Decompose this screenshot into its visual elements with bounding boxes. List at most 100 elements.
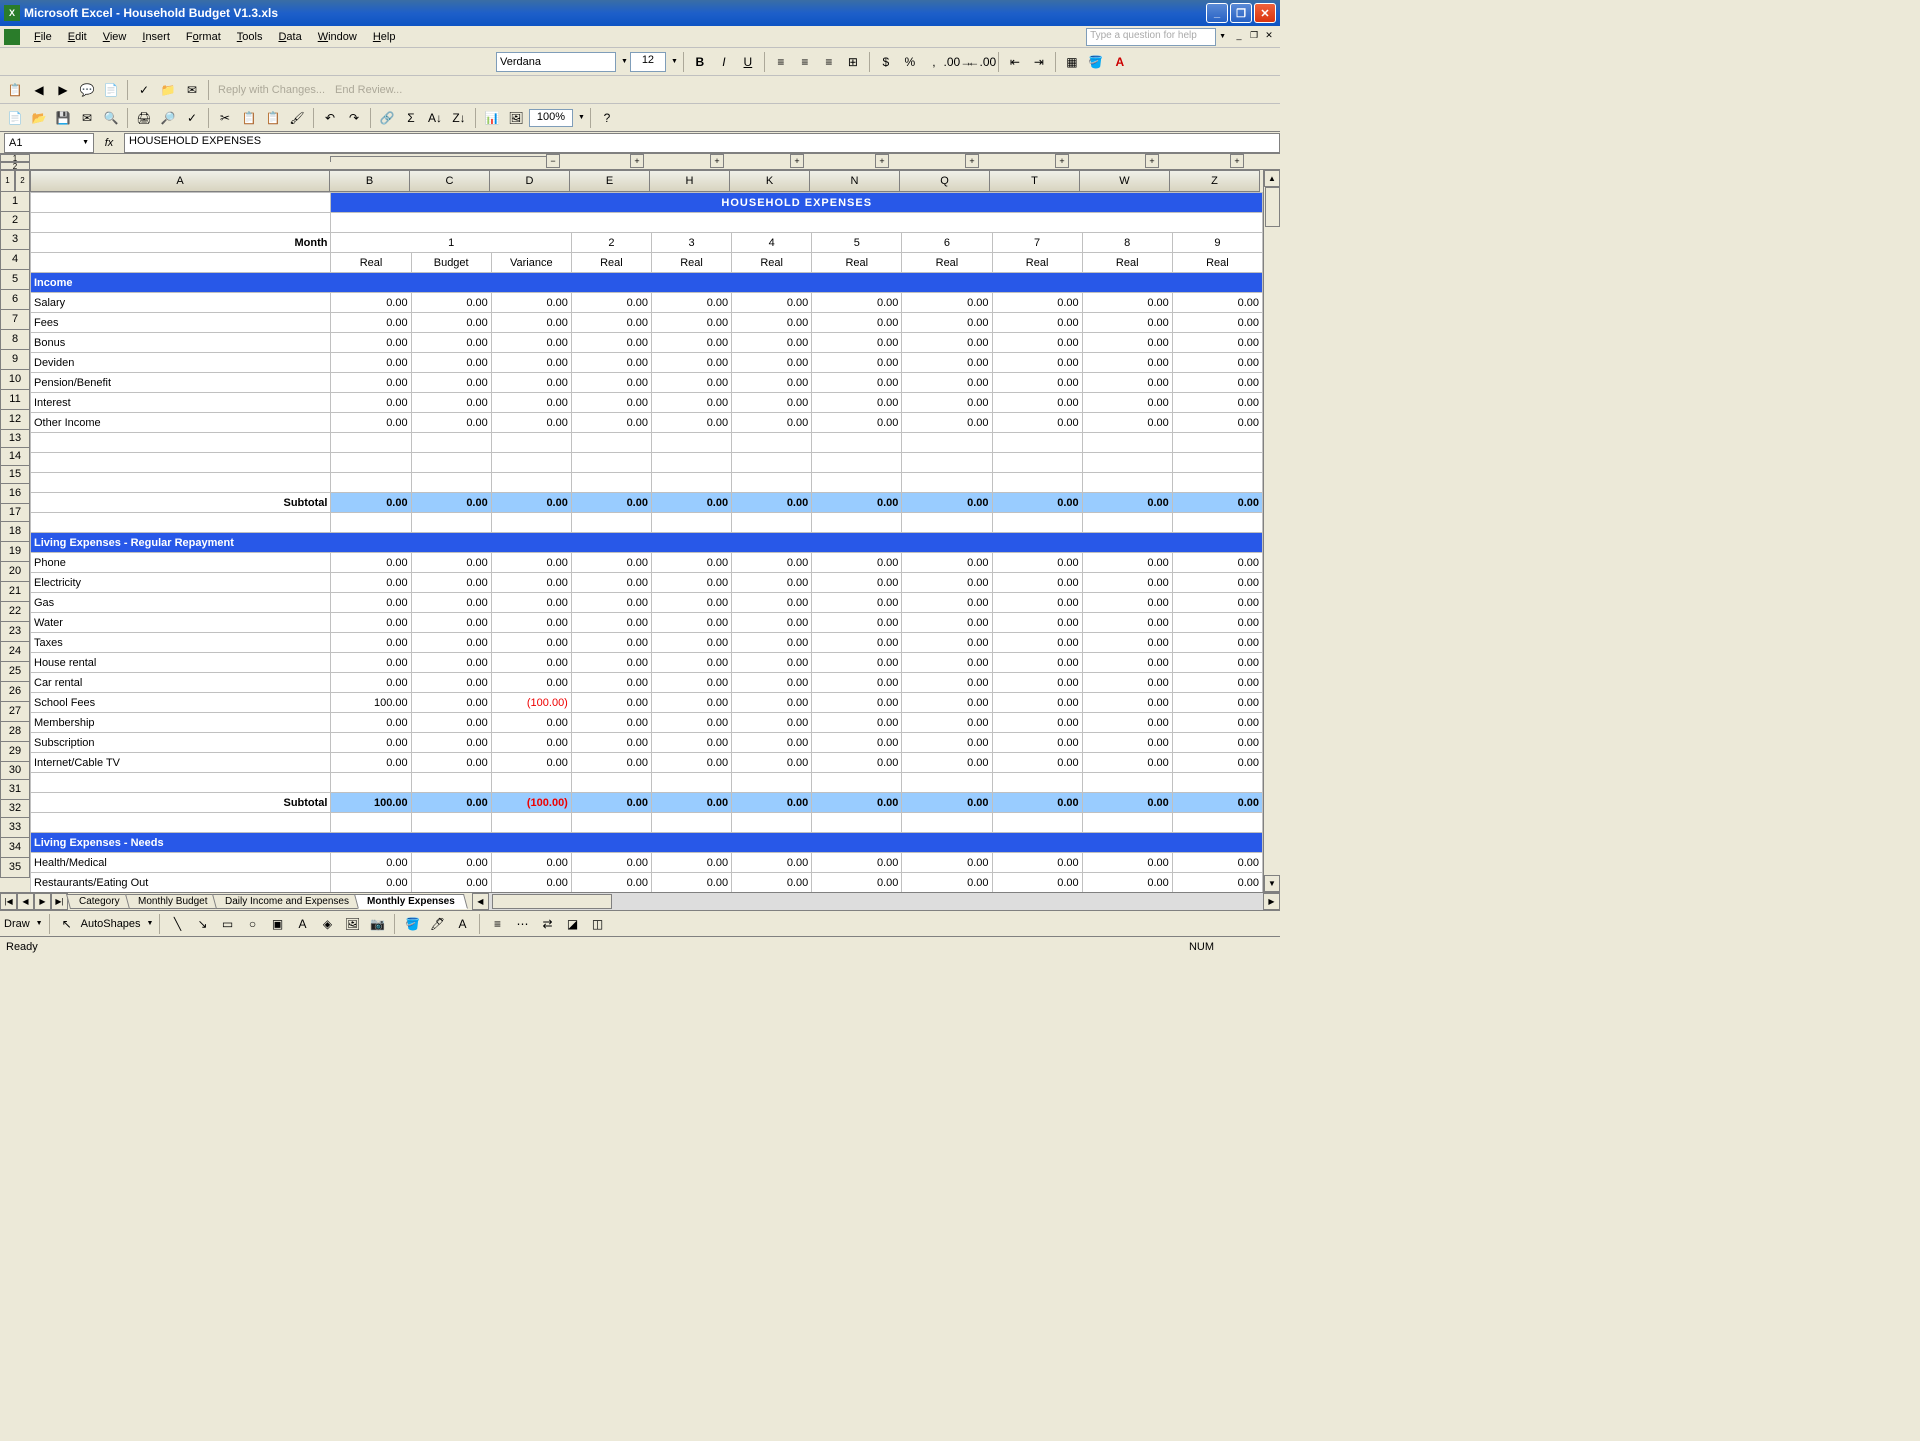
- cell[interactable]: 0.00: [411, 673, 491, 693]
- cell[interactable]: [1172, 813, 1262, 833]
- income-row-label[interactable]: Bonus: [31, 333, 331, 353]
- cell[interactable]: 0.00: [331, 853, 411, 873]
- cell[interactable]: [732, 813, 812, 833]
- cell[interactable]: 0.00: [812, 393, 902, 413]
- outline-plus-icon[interactable]: +: [790, 154, 804, 168]
- cell[interactable]: (100.00): [491, 793, 571, 813]
- menu-file[interactable]: File: [26, 29, 60, 45]
- font-size-dropdown-icon[interactable]: ▼: [671, 58, 678, 65]
- cell[interactable]: 0.00: [902, 633, 992, 653]
- close-button[interactable]: ✕: [1254, 3, 1276, 23]
- cell[interactable]: [31, 513, 331, 533]
- menu-tools[interactable]: Tools: [229, 29, 271, 45]
- cell[interactable]: [902, 513, 992, 533]
- column-header[interactable]: D: [490, 170, 570, 192]
- cell[interactable]: 0.00: [992, 853, 1082, 873]
- column-header[interactable]: K: [730, 170, 810, 192]
- cell[interactable]: [1082, 433, 1172, 453]
- cell[interactable]: 0.00: [732, 633, 812, 653]
- cell[interactable]: 0.00: [651, 413, 731, 433]
- cell[interactable]: [1172, 453, 1262, 473]
- cell[interactable]: 0.00: [1172, 313, 1262, 333]
- cell[interactable]: 0.00: [812, 553, 902, 573]
- row-header[interactable]: 35: [0, 858, 30, 878]
- cell[interactable]: 0.00: [732, 613, 812, 633]
- cell[interactable]: [31, 473, 331, 493]
- shadow-icon[interactable]: ◪: [561, 913, 583, 935]
- cell[interactable]: 0.00: [411, 393, 491, 413]
- increase-indent-button[interactable]: ⇥: [1028, 51, 1050, 73]
- cell[interactable]: 0.00: [992, 633, 1082, 653]
- cell[interactable]: 0.00: [411, 713, 491, 733]
- cell[interactable]: [491, 433, 571, 453]
- fx-icon[interactable]: fx: [94, 137, 124, 149]
- living-subtotal-label[interactable]: Subtotal: [31, 793, 331, 813]
- cell[interactable]: 0.00: [812, 613, 902, 633]
- cell[interactable]: 0.00: [1172, 593, 1262, 613]
- cell[interactable]: 0.00: [491, 753, 571, 773]
- maximize-button[interactable]: ❐: [1230, 3, 1252, 23]
- cell[interactable]: 0.00: [331, 353, 411, 373]
- outline-plus-icon[interactable]: +: [1055, 154, 1069, 168]
- row-header[interactable]: 24: [0, 642, 30, 662]
- cell[interactable]: 0.00: [1172, 553, 1262, 573]
- cell[interactable]: 0.00: [331, 413, 411, 433]
- cell[interactable]: 0.00: [411, 853, 491, 873]
- cell[interactable]: 0.00: [732, 673, 812, 693]
- cell[interactable]: 0.00: [812, 373, 902, 393]
- cell[interactable]: 0.00: [571, 793, 651, 813]
- cell[interactable]: [732, 513, 812, 533]
- cell[interactable]: 0.00: [651, 633, 731, 653]
- cell[interactable]: 0.00: [992, 553, 1082, 573]
- cell[interactable]: 0.00: [331, 873, 411, 893]
- row-header[interactable]: 12: [0, 410, 30, 430]
- cell[interactable]: 0.00: [1082, 553, 1172, 573]
- cell[interactable]: [331, 433, 411, 453]
- spelling-button[interactable]: ✓: [181, 107, 203, 129]
- cell[interactable]: 0.00: [902, 733, 992, 753]
- cell[interactable]: 0.00: [812, 493, 902, 513]
- align-center-button[interactable]: ≡: [794, 51, 816, 73]
- cell[interactable]: [31, 253, 331, 273]
- cell[interactable]: [1082, 473, 1172, 493]
- cell[interactable]: 0.00: [732, 753, 812, 773]
- cell[interactable]: 0.00: [491, 333, 571, 353]
- tab-first-button[interactable]: |◀: [0, 893, 17, 910]
- new-comment-icon[interactable]: 📋: [4, 79, 26, 101]
- cell[interactable]: 0.00: [992, 593, 1082, 613]
- cell[interactable]: 0.00: [651, 553, 731, 573]
- cell[interactable]: 0.00: [902, 333, 992, 353]
- cell[interactable]: 0.00: [812, 713, 902, 733]
- row-header[interactable]: 6: [0, 290, 30, 310]
- col-outline-1[interactable]: 1: [0, 154, 30, 162]
- cell[interactable]: 0.00: [651, 713, 731, 733]
- format-painter-button[interactable]: 🖌: [286, 107, 308, 129]
- cell[interactable]: 0.00: [732, 313, 812, 333]
- zoom-dropdown-icon[interactable]: ▼: [578, 114, 585, 121]
- cell[interactable]: 0.00: [1082, 373, 1172, 393]
- cell[interactable]: 0.00: [1082, 713, 1172, 733]
- cell[interactable]: 0.00: [411, 313, 491, 333]
- cell[interactable]: 0.00: [812, 573, 902, 593]
- row-outline-2[interactable]: 2: [15, 170, 30, 192]
- cell[interactable]: 0.00: [902, 713, 992, 733]
- cell[interactable]: 0.00: [571, 693, 651, 713]
- cell[interactable]: [571, 433, 651, 453]
- cell[interactable]: 0.00: [1082, 633, 1172, 653]
- cell[interactable]: 0.00: [1082, 353, 1172, 373]
- cell[interactable]: 0.00: [812, 593, 902, 613]
- cell[interactable]: 0.00: [651, 653, 731, 673]
- cell[interactable]: 0.00: [571, 553, 651, 573]
- cell[interactable]: 8: [1082, 233, 1172, 253]
- cell[interactable]: 0.00: [812, 633, 902, 653]
- column-header[interactable]: C: [410, 170, 490, 192]
- cell[interactable]: [902, 473, 992, 493]
- cell[interactable]: [812, 513, 902, 533]
- cell[interactable]: 0.00: [491, 733, 571, 753]
- tab-category[interactable]: Category: [66, 894, 133, 909]
- cell[interactable]: 0.00: [651, 733, 731, 753]
- cell[interactable]: 0.00: [491, 353, 571, 373]
- cell[interactable]: 0.00: [491, 573, 571, 593]
- 3d-icon[interactable]: ◫: [586, 913, 608, 935]
- cell[interactable]: 0.00: [411, 873, 491, 893]
